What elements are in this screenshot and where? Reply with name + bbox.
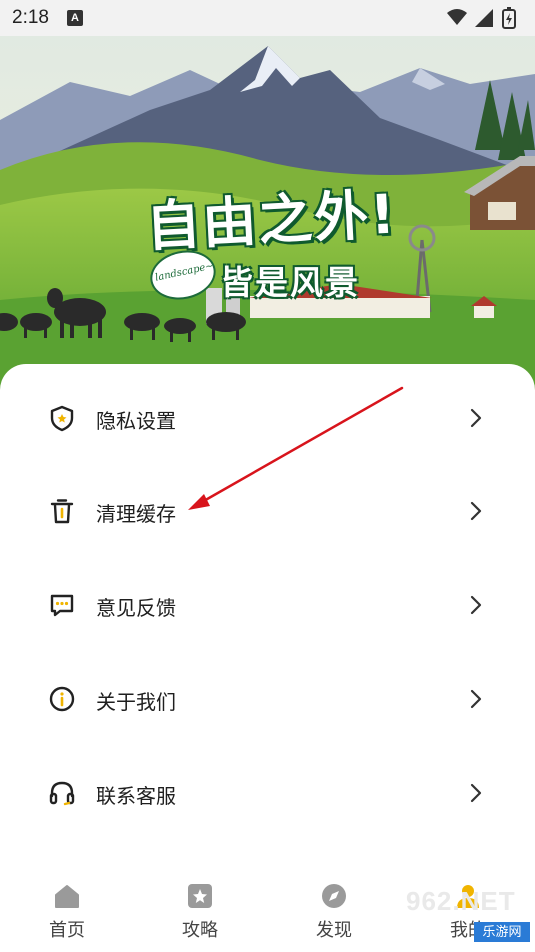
signal-icon <box>475 9 493 27</box>
nav-item-guide[interactable]: 攻略 <box>150 868 250 952</box>
status-bar: 2:18 A <box>0 0 535 36</box>
chevron-right-icon <box>470 689 482 709</box>
nav-item-discover[interactable]: 发现 <box>284 868 384 952</box>
menu-label: 隐私设置 <box>96 409 176 433</box>
notification-icon: A <box>67 10 83 26</box>
compass-icon <box>322 884 346 908</box>
menu-label: 联系客服 <box>96 784 176 808</box>
site-watermark: 962.NET 乐游网 <box>398 878 530 946</box>
menu-label: 清理缓存 <box>96 502 176 526</box>
hero-title: 自由之外! <box>144 182 399 259</box>
headset-icon <box>49 781 75 806</box>
watermark-text: 962.NET <box>406 886 516 916</box>
shield-icon <box>50 405 74 432</box>
hero-subtitle: 皆是风景 <box>220 263 360 302</box>
hero-banner: 2:18 A 自由之外! landscape~ 皆是风景 <box>0 0 535 420</box>
watermark-sub: 乐游网 <box>474 922 530 942</box>
menu-item-privacy[interactable]: 隐私设置 <box>0 371 535 465</box>
menu-item-about[interactable]: 关于我们 <box>0 652 535 746</box>
guide-icon <box>188 884 212 908</box>
chevron-right-icon <box>470 595 482 615</box>
message-icon <box>50 594 74 617</box>
menu-item-clear-cache[interactable]: 清理缓存 <box>0 464 535 558</box>
nav-item-home[interactable]: 首页 <box>17 868 117 952</box>
system-status-icons <box>447 7 516 29</box>
badge-text: landscape~ <box>154 260 215 284</box>
trash-icon <box>50 499 74 524</box>
menu-label: 关于我们 <box>96 690 176 714</box>
home-icon <box>55 885 79 908</box>
settings-card: 隐私设置 清理缓存 意见反馈 关于我们 联系客服 <box>0 364 535 952</box>
menu-item-contact-support[interactable]: 联系客服 <box>0 746 535 840</box>
chevron-right-icon <box>470 408 482 428</box>
chevron-right-icon <box>470 501 482 521</box>
nav-label: 发现 <box>316 920 352 941</box>
info-icon <box>49 686 75 712</box>
wifi-icon <box>447 9 467 25</box>
status-time: 2:18 <box>12 7 49 28</box>
menu-item-feedback[interactable]: 意见反馈 <box>0 558 535 652</box>
nav-label: 攻略 <box>182 920 218 941</box>
chevron-right-icon <box>470 783 482 803</box>
menu-label: 意见反馈 <box>96 596 176 620</box>
nav-label: 首页 <box>49 920 85 941</box>
